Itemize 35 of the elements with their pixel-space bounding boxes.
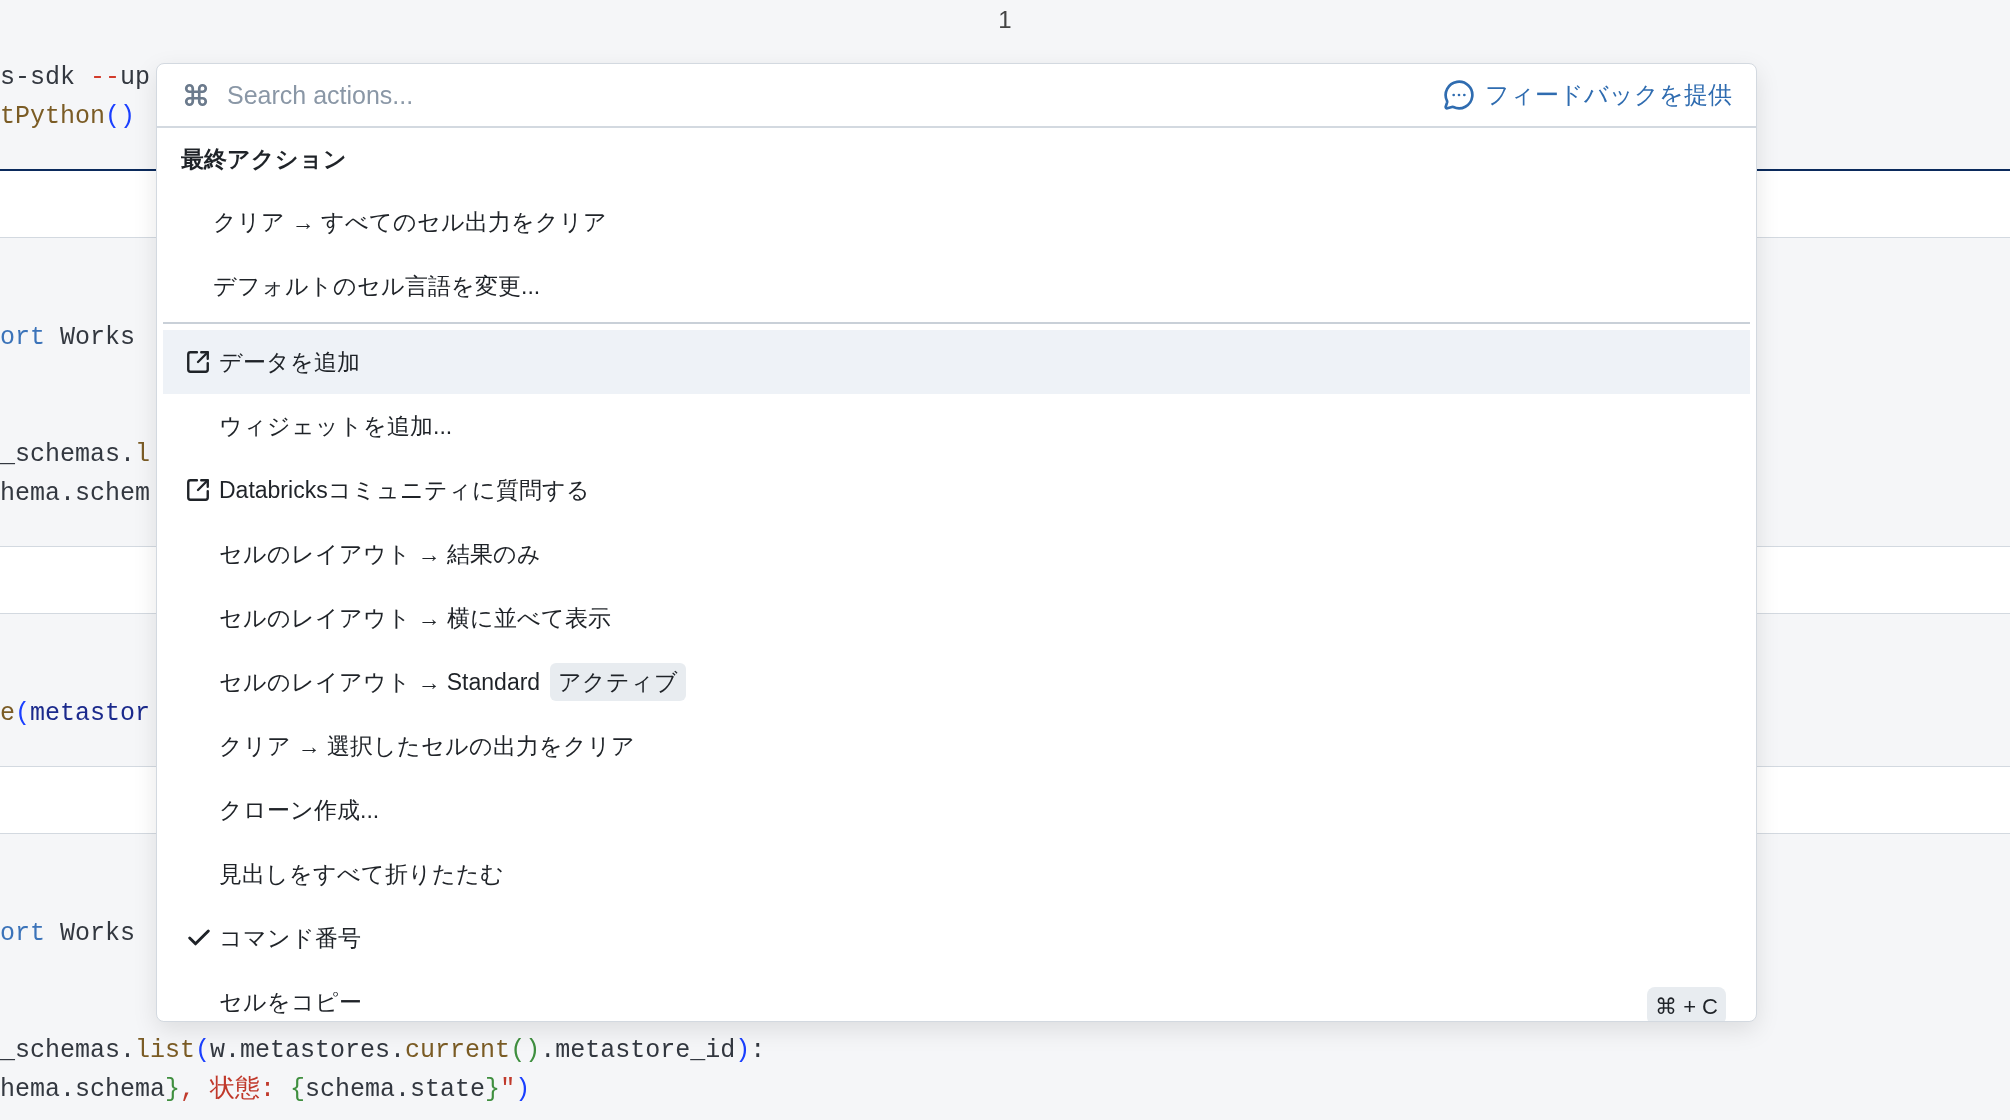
action-label: データを追加 (219, 347, 360, 377)
shortcut-key: ⌘ + C (1647, 987, 1726, 1021)
chat-bubble-icon (1443, 79, 1475, 111)
action-label: デフォルトのセル言語を変更... (213, 271, 541, 301)
code-line: _schemas.l (0, 442, 151, 467)
code-line: hema.schem (0, 481, 151, 506)
action-item[interactable]: データを追加 (163, 330, 1750, 394)
active-badge: アクティブ (550, 662, 687, 702)
page-number: 1 (998, 5, 1012, 35)
external-link-icon (185, 349, 211, 375)
action-label: セルをコピー (219, 987, 362, 1017)
action-label: コマンド番号 (219, 923, 361, 953)
code-line: hema.schema}, 状態: {schema.state}") (0, 1077, 531, 1102)
section-heading: 最終アクション (181, 144, 347, 174)
action-label: セルのレイアウト → 横に並べて表示 (219, 603, 611, 633)
action-label: セルのレイアウト → Standard (219, 667, 541, 697)
code-line: s-sdk --up (0, 65, 151, 90)
action-label: Databricksコミュニティに質問する (219, 475, 590, 505)
code-line: ort Works (0, 921, 136, 946)
command-icon (183, 82, 209, 108)
code-line: ort Works (0, 325, 136, 350)
action-label: クリア → すべてのセル出力をクリア (213, 207, 607, 237)
action-item[interactable]: クリア → すべてのセル出力をクリア (157, 190, 1756, 254)
code-line: e(metastor (0, 701, 151, 726)
action-item[interactable]: デフォルトのセル言語を変更... (157, 254, 1756, 318)
action-label: クローン作成... (219, 795, 380, 825)
feedback-link[interactable]: フィードバックを提供 (1443, 77, 1732, 113)
action-label: セルのレイアウト → 結果のみ (219, 539, 541, 569)
code-line: _schemas.list(w.metastores.current().metastore_id): (0, 1038, 766, 1063)
external-link-icon (185, 477, 211, 503)
action-label: クリア → 選択したセルの出力をクリア (219, 731, 635, 761)
action-label: ウィジェットを追加... (219, 411, 453, 441)
action-label: 見出しをすべて折りたたむ (219, 859, 504, 889)
search-field[interactable]: Search actions... (227, 75, 1443, 115)
code-line: tPython() (0, 104, 136, 129)
